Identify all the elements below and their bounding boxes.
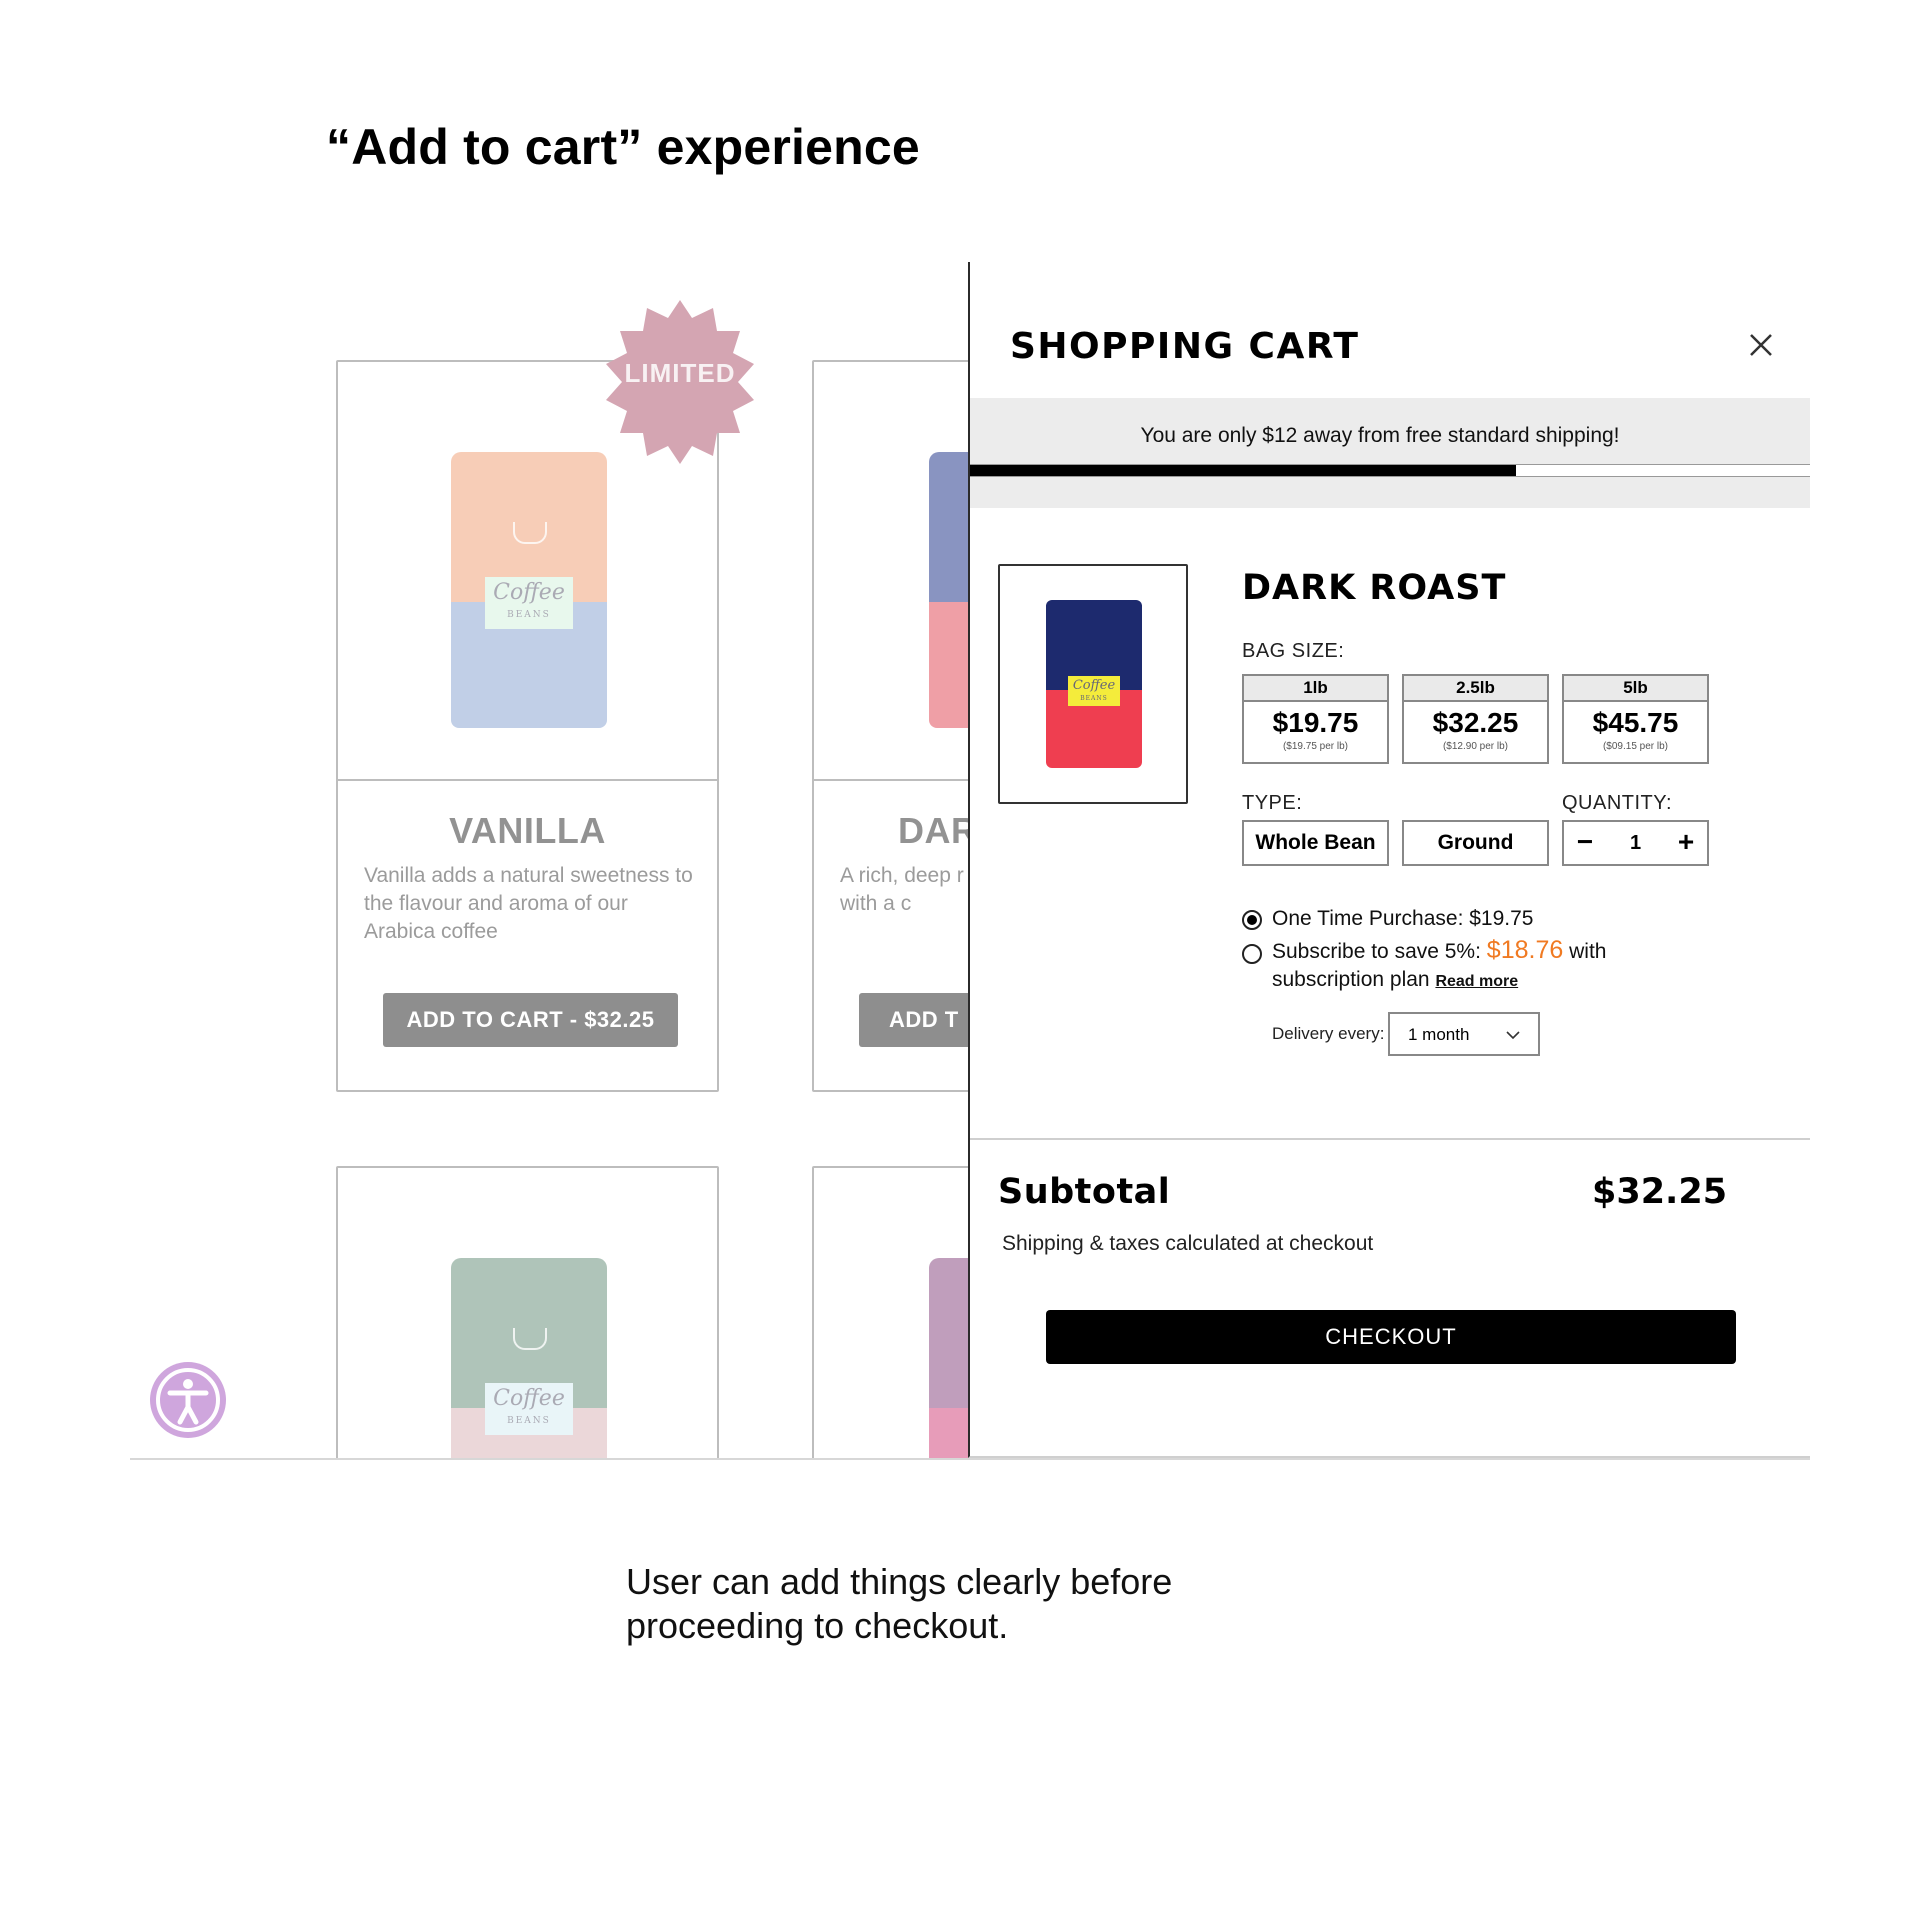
bag-sublabel: BEANS (507, 610, 551, 620)
accessibility-button[interactable] (150, 1362, 226, 1438)
add-to-cart-button[interactable]: ADD TO CART - $32.25 (383, 993, 678, 1047)
coffee-bag-icon: Coffee BEANS (1046, 600, 1142, 768)
product-title: VANILLA (449, 810, 606, 851)
screenshot-frame: Coffee BEANS VANILLA Vanilla adds a natur… (130, 262, 1810, 1458)
size-option-2-5lb[interactable]: 2.5lb $32.25 ($12.90 per lb) (1402, 674, 1549, 764)
chevron-down-icon (1506, 1031, 1520, 1040)
size-price-per-lb: ($09.15 per lb) (1602, 741, 1669, 752)
subtotal-value: $32.25 (1592, 1172, 1728, 1212)
bag-sublabel: BEANS (1080, 695, 1108, 702)
coffee-bag-icon: Coffee BEANS (451, 1258, 607, 1458)
product-description: Vanilla adds a natural sweetness to the … (364, 864, 693, 943)
subscribe-label-line2: subscription plan Read more (1272, 968, 1518, 992)
quantity-value[interactable]: 1 (1606, 822, 1665, 864)
bag-sublabel: BEANS (507, 1416, 551, 1426)
shipping-progress-bar (970, 464, 1810, 477)
delivery-value: 1 month (1408, 1025, 1470, 1044)
subtotal-label: Subtotal (998, 1172, 1171, 1212)
cart-title: SHOPPING CART (1010, 326, 1360, 367)
size-price: $45.75 (1592, 707, 1679, 738)
accessibility-icon (156, 1368, 220, 1432)
subscribe-line2: subscription plan (1272, 968, 1430, 991)
size-name: 1lb (1244, 676, 1387, 702)
cart-divider (970, 1138, 1810, 1140)
quantity-label: QUANTITY: (1562, 792, 1673, 814)
type-label: TYPE: (1242, 792, 1303, 814)
limited-badge: LIMITED (596, 298, 764, 466)
product-card-3: Coffee BEANS (336, 1166, 719, 1458)
size-name: 2.5lb (1404, 676, 1547, 702)
badge-label: LIMITED (624, 358, 736, 388)
size-price: $19.75 (1272, 707, 1359, 738)
delivery-label: Delivery every: (1272, 1024, 1385, 1043)
subscribe-label: Subscribe to save 5%: $18.76 with (1272, 936, 1606, 965)
screenshot-baseline (130, 1458, 1810, 1460)
checkout-button[interactable]: CHECKOUT (1046, 1310, 1736, 1364)
quantity-increase-button[interactable]: + (1665, 822, 1707, 864)
caption: User can add things clearly before proce… (626, 1561, 1173, 1646)
read-more-link[interactable]: Read more (1435, 973, 1518, 990)
one-time-purchase-radio[interactable] (1242, 910, 1262, 930)
cart-item-image: Coffee BEANS (998, 564, 1188, 804)
quantity-decrease-button[interactable]: − (1564, 822, 1606, 864)
shipping-taxes-note: Shipping & taxes calculated at checkout (1002, 1232, 1374, 1255)
size-price-per-lb: ($12.90 per lb) (1442, 741, 1509, 752)
shopping-cart-panel: SHOPPING CART You are only $12 away from… (968, 262, 1810, 1458)
type-ground-button[interactable]: Ground (1402, 820, 1549, 866)
coffee-bag-icon: Coffee BEANS (451, 452, 607, 728)
size-price: $32.25 (1432, 707, 1519, 738)
bag-label: Coffee (493, 1386, 565, 1411)
subscribe-price: $18.76 (1486, 936, 1564, 964)
free-shipping-banner: You are only $12 away from free standard… (970, 398, 1810, 508)
shipping-progress-fill (970, 465, 1516, 476)
subscribe-radio[interactable] (1242, 944, 1262, 964)
size-option-5lb[interactable]: 5lb $45.75 ($09.15 per lb) (1562, 674, 1709, 764)
close-icon[interactable] (1746, 330, 1776, 360)
bag-label: Coffee (493, 580, 565, 605)
cart-item-name: DARK ROAST (1242, 568, 1507, 608)
type-whole-bean-button[interactable]: Whole Bean (1242, 820, 1389, 866)
size-price-per-lb: ($19.75 per lb) (1282, 741, 1349, 752)
size-option-1lb[interactable]: 1lb $19.75 ($19.75 per lb) (1242, 674, 1389, 764)
bag-label: Coffee (1072, 678, 1116, 693)
product-title: DAR (898, 810, 978, 851)
size-name: 5lb (1564, 676, 1707, 702)
page-heading: “Add to cart” experience (326, 119, 920, 175)
bag-size-label: BAG SIZE: (1242, 640, 1345, 662)
product-card-vanilla: Coffee BEANS VANILLA Vanilla adds a natur… (336, 360, 719, 1092)
free-shipping-message: You are only $12 away from free standard… (1140, 424, 1620, 447)
one-time-purchase-label: One Time Purchase: $19.75 (1272, 907, 1534, 930)
quantity-stepper: − 1 + (1562, 820, 1709, 866)
subscribe-prefix: Subscribe to save 5%: (1272, 940, 1481, 963)
delivery-frequency-select[interactable]: 1 month (1388, 1012, 1540, 1056)
subscribe-suffix: with (1569, 940, 1607, 963)
